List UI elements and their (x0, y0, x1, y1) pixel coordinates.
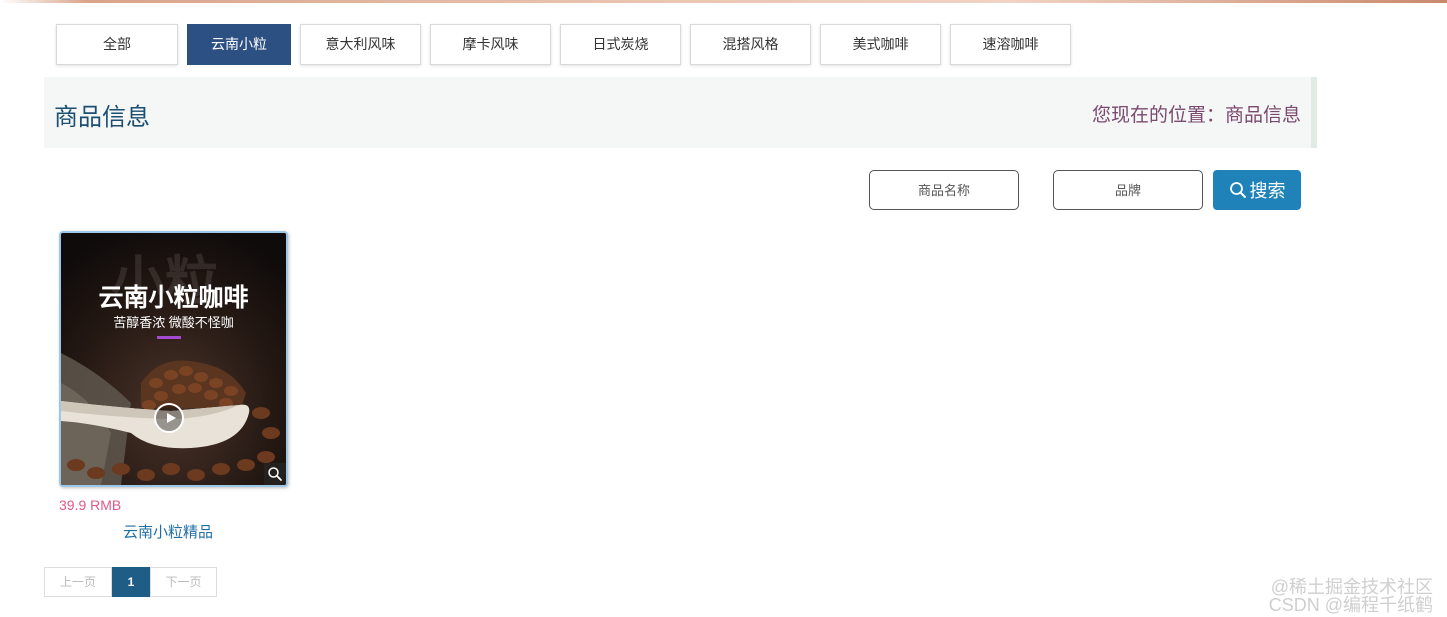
next-page-button[interactable]: 下一页 (150, 567, 217, 597)
tab-mixed-style[interactable]: 混搭风格 (690, 24, 811, 65)
prev-page-button[interactable]: 上一页 (44, 567, 112, 597)
category-tabs: 全部 云南小粒 意大利风味 摩卡风味 日式炭烧 混搭风格 美式咖啡 速溶咖啡 (56, 24, 1080, 65)
tab-american[interactable]: 美式咖啡 (820, 24, 941, 65)
brand-input[interactable] (1053, 170, 1203, 210)
product-name-link[interactable]: 云南小粒精品 (59, 521, 288, 542)
image-accent-dash (157, 336, 181, 339)
product-name-input[interactable] (869, 170, 1019, 210)
page-info-bar: 商品信息 您现在的位置：商品信息 (44, 77, 1317, 148)
top-decorative-strip (0, 0, 1447, 3)
image-title: 云南小粒咖啡 (98, 284, 249, 312)
current-page-button[interactable]: 1 (112, 567, 150, 597)
watermark: @稀土掘金技术社区 CSDN @编程千纸鹤 (1269, 578, 1433, 614)
product-card[interactable]: 小粒 云南小粒咖啡 苦醇香浓 微酸不怪咖 39.9 RMB 云南小粒精品 (59, 231, 288, 542)
tab-yunnan[interactable]: 云南小粒 (187, 24, 291, 65)
tab-italian[interactable]: 意大利风味 (300, 24, 421, 65)
product-image[interactable]: 小粒 云南小粒咖啡 苦醇香浓 微酸不怪咖 (59, 231, 288, 487)
tab-japanese-charcoal[interactable]: 日式炭烧 (560, 24, 681, 65)
tab-all[interactable]: 全部 (56, 24, 178, 65)
watermark-line-2: CSDN @编程千纸鹤 (1268, 595, 1433, 615)
tab-mocha[interactable]: 摩卡风味 (430, 24, 551, 65)
page-title: 商品信息 (54, 104, 150, 131)
product-price: 39.9 RMB (59, 497, 122, 513)
search-icon (1229, 182, 1246, 198)
tab-instant[interactable]: 速溶咖啡 (950, 24, 1071, 65)
watermark-line-1: @稀土掘金技术社区 (1270, 577, 1433, 597)
image-subtitle: 苦醇香浓 微酸不怪咖 (113, 315, 234, 330)
zoom-icon[interactable] (264, 463, 286, 485)
pagination: 上一页 1 下一页 (44, 567, 217, 597)
search-button[interactable]: 搜索 (1213, 170, 1301, 210)
play-icon[interactable] (154, 403, 184, 433)
search-button-label: 搜索 (1249, 181, 1286, 201)
breadcrumb: 您现在的位置：商品信息 (1091, 105, 1301, 126)
